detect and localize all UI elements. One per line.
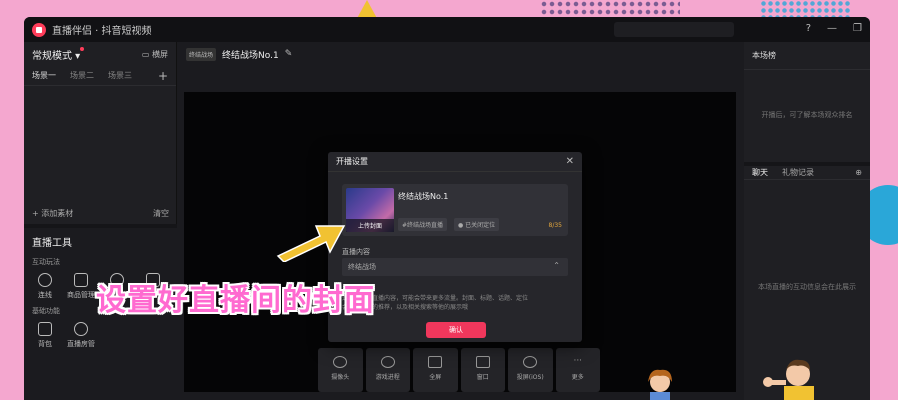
center-header: 终结战场 终结战场No.1 ✎ bbox=[178, 42, 740, 66]
interactive-label: 互动玩法 bbox=[32, 258, 60, 266]
camera-button[interactable]: 摄像头 bbox=[318, 348, 363, 392]
apple-icon bbox=[523, 356, 538, 368]
mode-header: 常规模式 ▾ ▭ 横屏 bbox=[24, 42, 176, 66]
overlay-caption: 设置好直播间的封面 bbox=[96, 283, 375, 318]
more-icon: ··· bbox=[573, 356, 583, 366]
tab-gift-record[interactable]: 礼物记录 bbox=[782, 167, 814, 178]
app-logo-icon bbox=[32, 22, 46, 37]
app-title: 直播伴侣 · 抖音短视频 bbox=[52, 26, 152, 37]
cartoon-girl-illustration bbox=[648, 369, 672, 400]
window-icon bbox=[475, 356, 490, 368]
right-panel: 本场榜 开播后，可了解本场观众排名 聊天 礼物记录 ⊕ 本场直播的互动信息会在此… bbox=[744, 42, 870, 400]
link-icon bbox=[38, 273, 52, 287]
chevron-up-icon: ⌃ bbox=[553, 261, 560, 270]
add-material-button[interactable]: + 添加素材 bbox=[32, 208, 73, 219]
cover-card: 上传封面 终结战场No.1 #终结战场直播 ● 已关闭定位 8/35 bbox=[342, 184, 568, 236]
upload-cover-button[interactable]: 上传封面 bbox=[346, 219, 394, 232]
dialog-title: 开播设置 bbox=[336, 157, 368, 166]
game-capture-button[interactable]: 游戏进程 bbox=[365, 348, 410, 392]
notification-dot bbox=[80, 46, 85, 51]
topic-tag[interactable]: #终结战场直播 bbox=[398, 218, 448, 231]
edit-icon[interactable]: ✎ bbox=[285, 49, 293, 59]
tools-title: 直播工具 bbox=[32, 238, 72, 249]
confirm-button[interactable]: 确认 bbox=[426, 322, 486, 338]
mode-selector[interactable]: 常规模式 ▾ bbox=[32, 46, 85, 62]
cover-thumbnail: 终结战场 bbox=[186, 47, 217, 61]
live-title: 终结战场No.1 bbox=[222, 50, 279, 61]
window-button[interactable]: 窗口 bbox=[460, 348, 505, 392]
ranking-header: 本场榜 bbox=[744, 42, 870, 70]
tab-scene-1[interactable]: 场景一 bbox=[32, 70, 56, 81]
dialog-header: 开播设置 ✕ bbox=[328, 152, 582, 172]
tool-products[interactable]: 商品管理 bbox=[66, 273, 96, 300]
help-icon[interactable]: ? bbox=[806, 23, 811, 34]
more-button[interactable]: ··· 更多 bbox=[555, 348, 600, 392]
hint-line-2: 会影响粉丝的推荐，以及相关搜索等他的展示哦 bbox=[342, 304, 469, 311]
ios-cast-button[interactable]: 投屏(iOS) bbox=[508, 348, 553, 392]
gamepad-icon bbox=[380, 356, 395, 368]
pointer-arrow-icon bbox=[276, 225, 346, 262]
chat-add-icon[interactable]: ⊕ bbox=[855, 168, 862, 177]
backpack-icon bbox=[38, 322, 52, 336]
tab-scene-3[interactable]: 场景三 bbox=[108, 70, 132, 81]
scene-tabs: 场景一 场景二 场景三 + bbox=[24, 66, 176, 86]
tool-backpack[interactable]: 背包 bbox=[30, 322, 60, 349]
landscape-toggle[interactable]: ▭ 横屏 bbox=[142, 49, 168, 60]
left-panel: 常规模式 ▾ ▭ 横屏 场景一 场景二 场景三 + + 添加素材 清空 直播工具… bbox=[24, 42, 177, 400]
tool-link[interactable]: 连线 bbox=[30, 273, 60, 300]
cover-image[interactable]: 上传封面 bbox=[346, 188, 394, 232]
title-bar: 直播伴侣 · 抖音短视频 ? — ❐ bbox=[24, 17, 870, 42]
cartoon-boy-illustration bbox=[763, 359, 814, 400]
material-bar: + 添加素材 清空 bbox=[24, 208, 177, 219]
camera-icon bbox=[333, 356, 348, 368]
window-controls: ? — ❐ bbox=[806, 23, 862, 34]
title-search-bar[interactable] bbox=[614, 22, 734, 37]
maximize-icon[interactable]: ❐ bbox=[853, 23, 862, 34]
content-label: 直播内容 bbox=[342, 248, 370, 256]
fullscreen-button[interactable]: 全屏 bbox=[413, 348, 458, 392]
add-scene-icon[interactable]: + bbox=[158, 69, 168, 83]
content-value: 终结战场 bbox=[348, 263, 376, 271]
admin-icon bbox=[74, 322, 88, 336]
chat-tabs: 聊天 礼物记录 ⊕ bbox=[744, 162, 870, 180]
tool-room-admin[interactable]: 直播房管 bbox=[66, 322, 96, 349]
chat-empty-text: 本场直播的互动信息会在此展示 bbox=[758, 283, 856, 291]
live-title-input[interactable]: 终结战场No.1 bbox=[398, 191, 448, 202]
monitor-icon bbox=[428, 356, 443, 368]
location-tag[interactable]: ● 已关闭定位 bbox=[454, 218, 500, 231]
tab-chat[interactable]: 聊天 bbox=[752, 167, 768, 178]
source-toolbar: 摄像头 游戏进程 全屏 窗口 投屏(iOS) ··· 更多 bbox=[318, 348, 600, 392]
shop-icon bbox=[74, 273, 88, 287]
minimize-icon[interactable]: — bbox=[827, 23, 837, 34]
hint-text: 选择正确的直播内容，可能会带来更多流量。封面、标题、话题、定位 会影响粉丝的推荐… bbox=[342, 294, 568, 312]
tab-scene-2[interactable]: 场景二 bbox=[70, 70, 94, 81]
clear-button[interactable]: 清空 bbox=[153, 208, 169, 219]
content-select[interactable]: 终结战场 ⌃ bbox=[342, 258, 568, 276]
basic-tools: 背包 直播房管 bbox=[24, 318, 177, 353]
ranking-empty-text: 开播后，可了解本场观众排名 bbox=[761, 111, 853, 119]
title-char-count: 8/35 bbox=[548, 222, 562, 229]
close-icon[interactable]: ✕ bbox=[566, 156, 574, 167]
hint-line-1: 选择正确的直播内容，可能会带来更多流量。封面、标题、话题、定位 bbox=[342, 295, 529, 302]
